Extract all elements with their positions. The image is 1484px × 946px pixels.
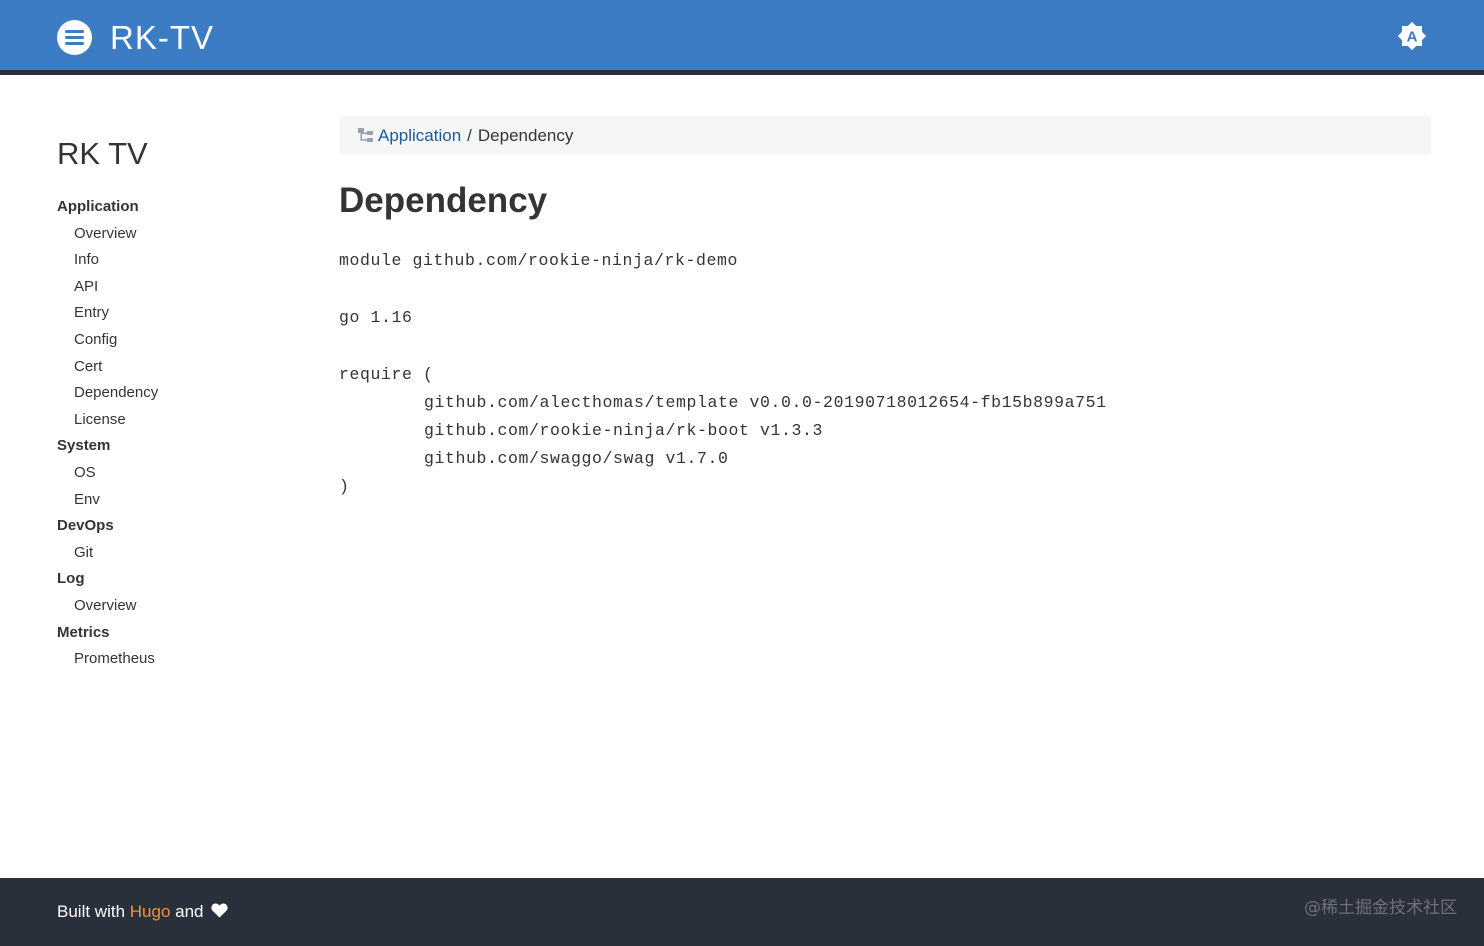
navbar-brand-group: RK-TV xyxy=(57,0,214,75)
sidebar-item-env[interactable]: Env xyxy=(57,487,297,514)
footer-built-with: Built with xyxy=(57,902,126,921)
top-navbar: RK-TV A xyxy=(0,0,1484,75)
nav-section-label-log[interactable]: Log xyxy=(57,566,297,593)
go-mod-code-block: module github.com/rookie-ninja/rk-demo g… xyxy=(339,247,1431,501)
nav-section-devops: DevOps Git xyxy=(57,513,297,566)
sidebar-item-prometheus[interactable]: Prometheus xyxy=(57,646,297,673)
sidebar-item-license[interactable]: License xyxy=(57,407,297,434)
menu-lines-icon[interactable] xyxy=(57,20,92,55)
nav-section-label-metrics[interactable]: Metrics xyxy=(57,620,297,647)
nav-section-application: Application Overview Info API Entry Conf… xyxy=(57,194,297,433)
sidebar-item-info[interactable]: Info xyxy=(57,247,297,274)
page-title: Dependency xyxy=(339,181,548,220)
code-line-require-item: github.com/rookie-ninja/rk-boot v1.3.3 xyxy=(424,421,824,440)
code-line-require-open: require ( xyxy=(339,365,434,384)
breadcrumb-separator: / xyxy=(467,125,472,145)
code-line-require-close: ) xyxy=(339,477,350,496)
brightness-auto-icon[interactable]: A xyxy=(1396,20,1428,52)
brand-title[interactable]: RK-TV xyxy=(110,19,214,57)
code-line-module: module github.com/rookie-ninja/rk-demo xyxy=(339,251,739,270)
svg-text:A: A xyxy=(1407,29,1418,46)
sidebar-item-config[interactable]: Config xyxy=(57,327,297,354)
sidebar-item-api[interactable]: API xyxy=(57,274,297,301)
site-title: RK TV xyxy=(57,136,148,171)
code-line-go-version: go 1.16 xyxy=(339,308,413,327)
code-line-require-item: github.com/alecthomas/template v0.0.0-20… xyxy=(424,393,1107,412)
sidebar-item-os[interactable]: OS xyxy=(57,460,297,487)
sidebar-item-cert[interactable]: Cert xyxy=(57,354,297,381)
sidebar-item-entry[interactable]: Entry xyxy=(57,300,297,327)
hugo-link[interactable]: Hugo xyxy=(130,902,171,921)
heart-icon xyxy=(211,879,228,918)
nav-section-label-system[interactable]: System xyxy=(57,433,297,460)
breadcrumb: Application / Dependency xyxy=(339,116,1431,155)
sidebar-item-dependency[interactable]: Dependency xyxy=(57,380,297,407)
nav-section-metrics: Metrics Prometheus xyxy=(57,620,297,673)
code-line-require-item: github.com/swaggo/swag v1.7.0 xyxy=(424,449,729,468)
breadcrumb-current: Dependency xyxy=(477,125,574,145)
breadcrumb-link-application[interactable]: Application xyxy=(378,126,461,146)
nav-section-log: Log Overview xyxy=(57,566,297,619)
sidebar-item-log-overview[interactable]: Overview xyxy=(57,593,297,620)
sidebar-nav: RK TV Application Overview Info API Entr… xyxy=(57,134,297,673)
footer-credit: Built with Hugo and xyxy=(57,878,228,946)
nav-section-system: System OS Env xyxy=(57,433,297,513)
watermark-text: @稀土掘金技术社区 xyxy=(1304,898,1457,918)
main-content: Application / Dependency Dependency modu… xyxy=(339,116,1431,501)
sitemap-icon xyxy=(358,128,373,143)
footer: Built with Hugo and @稀土掘金技术社区 xyxy=(0,878,1484,946)
footer-and: and xyxy=(175,902,204,921)
nav-section-label-devops[interactable]: DevOps xyxy=(57,513,297,540)
sidebar-item-git[interactable]: Git xyxy=(57,540,297,567)
sidebar-item-overview[interactable]: Overview xyxy=(57,221,297,248)
nav-section-label-application[interactable]: Application xyxy=(57,194,297,221)
